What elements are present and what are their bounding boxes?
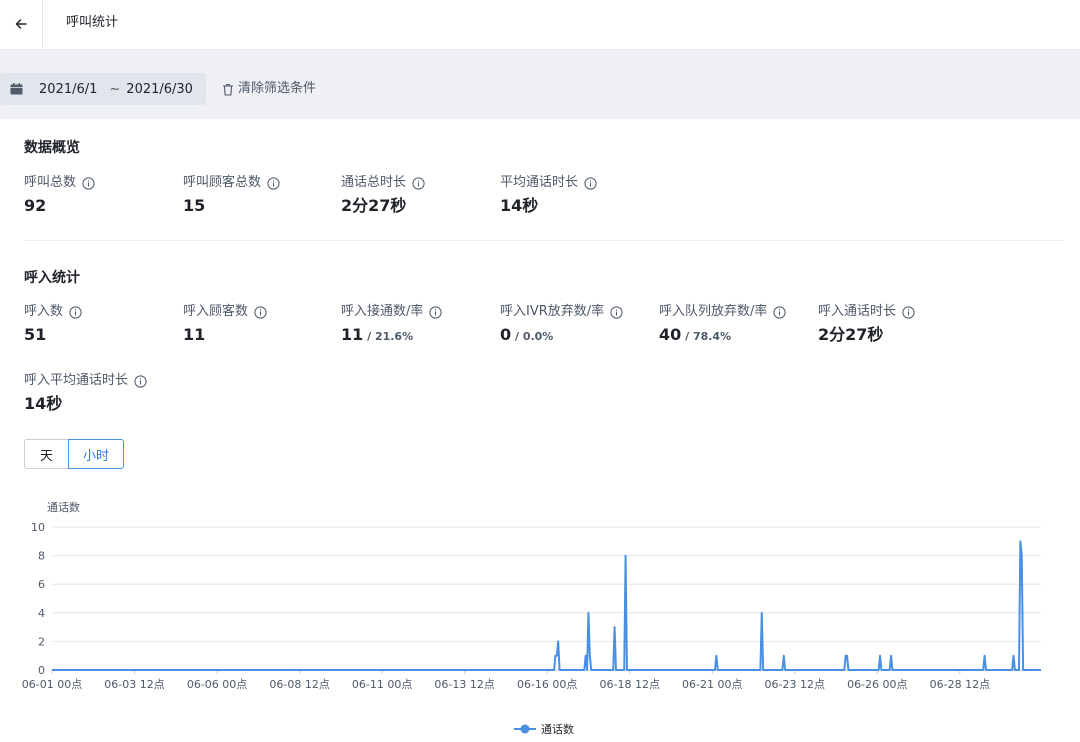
x-tick-label: 06-13 12点 xyxy=(434,678,494,691)
back-button[interactable] xyxy=(0,0,43,50)
start-date[interactable]: 2021/6/1 xyxy=(39,82,97,97)
info-icon[interactable] xyxy=(412,176,425,190)
x-tick-label: 06-23 12点 xyxy=(765,678,825,691)
metric-number: 11 xyxy=(183,325,206,344)
metric-value: 51 xyxy=(24,325,82,345)
metric-avg-duration: 平均通话时长 14秒 xyxy=(500,175,597,216)
metric-label: 呼入IVR放弃数/率 xyxy=(500,304,605,319)
y-tick-label: 8 xyxy=(38,550,45,563)
metric-ratio: / 0.0% xyxy=(511,330,554,343)
metric-value: 14秒 xyxy=(24,394,147,414)
info-icon[interactable] xyxy=(267,176,280,190)
y-tick-label: 2 xyxy=(38,635,45,648)
series-line-通话数 xyxy=(52,540,1041,671)
metric-inbound-calls: 呼入数 51 xyxy=(24,304,82,345)
metric-value: 15 xyxy=(183,196,206,215)
metric-inbound-avg-duration: 呼入平均通话时长 14秒 xyxy=(24,373,147,414)
calendar-icon xyxy=(10,83,23,95)
metric-label: 呼入队列放弃数/率 xyxy=(659,304,768,319)
metric-ratio: / 21.6% xyxy=(363,330,414,343)
x-tick-label: 06-08 12点 xyxy=(269,678,329,691)
x-tick-label: 06-06 00点 xyxy=(187,678,247,691)
metric-label: 呼入通话时长 xyxy=(818,304,897,319)
stats-card: 数据概览 呼叫总数 92 呼叫顾客总数 15 通话总时长 2分27秒 平均通话时… xyxy=(0,119,1080,742)
calls-line-chart: 通话数 0 2 4 6 8 10 06-01 00点 06-03 12点 06-06 00点 06-… xyxy=(22,501,1041,736)
metric-number: 51 xyxy=(24,325,47,344)
top-bar: 呼叫统计 xyxy=(0,0,1080,50)
metric-inbound-customers: 呼入顾客数 11 xyxy=(183,304,267,345)
clear-filters-button[interactable]: 清除筛选条件 xyxy=(222,81,316,97)
metric-value: 92 xyxy=(24,196,47,215)
trash-icon xyxy=(222,83,238,96)
x-tick-label: 06-16 00点 xyxy=(517,678,577,691)
date-separator: ~ xyxy=(109,81,121,97)
metric-label: 呼叫顾客总数 xyxy=(183,175,262,190)
y-tick-label: 6 xyxy=(38,578,45,591)
x-tick-label: 06-11 00点 xyxy=(352,678,412,691)
info-icon[interactable] xyxy=(82,176,95,190)
info-icon[interactable] xyxy=(584,176,597,190)
metric-total-calls: 呼叫总数 92 xyxy=(24,175,95,216)
metric-total-customers: 呼叫顾客总数 15 xyxy=(183,175,280,216)
metric-value: 14秒 xyxy=(500,196,539,215)
metric-label: 呼入接通数/率 xyxy=(341,304,424,319)
info-icon[interactable] xyxy=(773,305,786,319)
section-divider xyxy=(24,240,1064,241)
metric-label: 平均通话时长 xyxy=(500,175,579,190)
metric-value: 40 / 78.4% xyxy=(659,325,786,347)
clear-filters-label: 清除筛选条件 xyxy=(238,81,317,96)
info-icon[interactable] xyxy=(429,305,442,319)
end-date[interactable]: 2021/6/30 xyxy=(126,82,193,97)
granularity-toggle: 天 小时 xyxy=(24,439,124,469)
metric-total-duration: 通话总时长 2分27秒 xyxy=(341,175,425,216)
legend-label: 通话数 xyxy=(541,723,574,736)
x-tick-label: 06-28 12点 xyxy=(930,678,990,691)
metric-label: 呼入数 xyxy=(24,304,64,319)
metric-number: 11 xyxy=(341,325,364,344)
metric-number: 40 xyxy=(659,325,682,344)
overview-title: 数据概览 xyxy=(24,140,80,156)
date-range-picker[interactable]: 2021/6/1 ~ 2021/6/30 xyxy=(0,73,206,105)
inbound-title: 呼入统计 xyxy=(24,270,80,286)
page-title: 呼叫统计 xyxy=(66,15,119,30)
y-tick-label: 10 xyxy=(31,521,45,534)
metric-ratio: / 78.4% xyxy=(681,330,732,343)
metric-value: 2分27秒 xyxy=(818,325,915,345)
y-tick-label: 0 xyxy=(38,664,45,677)
arrow-left-icon xyxy=(14,16,28,35)
y-axis-label: 通话数 xyxy=(47,501,80,514)
info-icon[interactable] xyxy=(610,305,623,319)
info-icon[interactable] xyxy=(902,305,915,319)
x-tick-label: 06-26 00点 xyxy=(847,678,907,691)
info-icon[interactable] xyxy=(254,305,267,319)
legend-marker xyxy=(520,724,530,734)
metric-label: 呼入顾客数 xyxy=(183,304,249,319)
metric-ivr-abandon: 呼入IVR放弃数/率 0 / 0.0% xyxy=(500,304,623,347)
metric-queue-abandon: 呼入队列放弃数/率 40 / 78.4% xyxy=(659,304,786,347)
x-tick-label: 06-18 12点 xyxy=(599,678,659,691)
metric-inbound-duration: 呼入通话时长 2分27秒 xyxy=(818,304,915,345)
metric-label: 呼入平均通话时长 xyxy=(24,373,129,388)
metric-value: 0 / 0.0% xyxy=(500,325,623,347)
y-tick-label: 4 xyxy=(38,607,45,620)
metric-number: 2分27秒 xyxy=(818,325,884,344)
info-icon[interactable] xyxy=(69,305,82,319)
metric-label: 通话总时长 xyxy=(341,175,407,190)
metric-value: 11 / 21.6% xyxy=(341,325,442,347)
metric-value: 2分27秒 xyxy=(341,196,407,215)
metric-label: 呼叫总数 xyxy=(24,175,77,190)
day-toggle-button[interactable]: 天 xyxy=(24,439,68,469)
x-tick-label: 06-01 00点 xyxy=(22,678,82,691)
info-icon[interactable] xyxy=(134,374,147,388)
filter-bar: 2021/6/1 ~ 2021/6/30 清除筛选条件 xyxy=(0,51,1080,119)
metric-number: 14秒 xyxy=(24,394,63,413)
metric-value: 11 xyxy=(183,325,267,345)
metric-number: 0 xyxy=(500,325,512,344)
metric-inbound-answered: 呼入接通数/率 11 / 21.6% xyxy=(341,304,442,347)
hour-toggle-button[interactable]: 小时 xyxy=(68,439,124,469)
x-tick-label: 06-21 00点 xyxy=(682,678,742,691)
x-tick-label: 06-03 12点 xyxy=(104,678,164,691)
